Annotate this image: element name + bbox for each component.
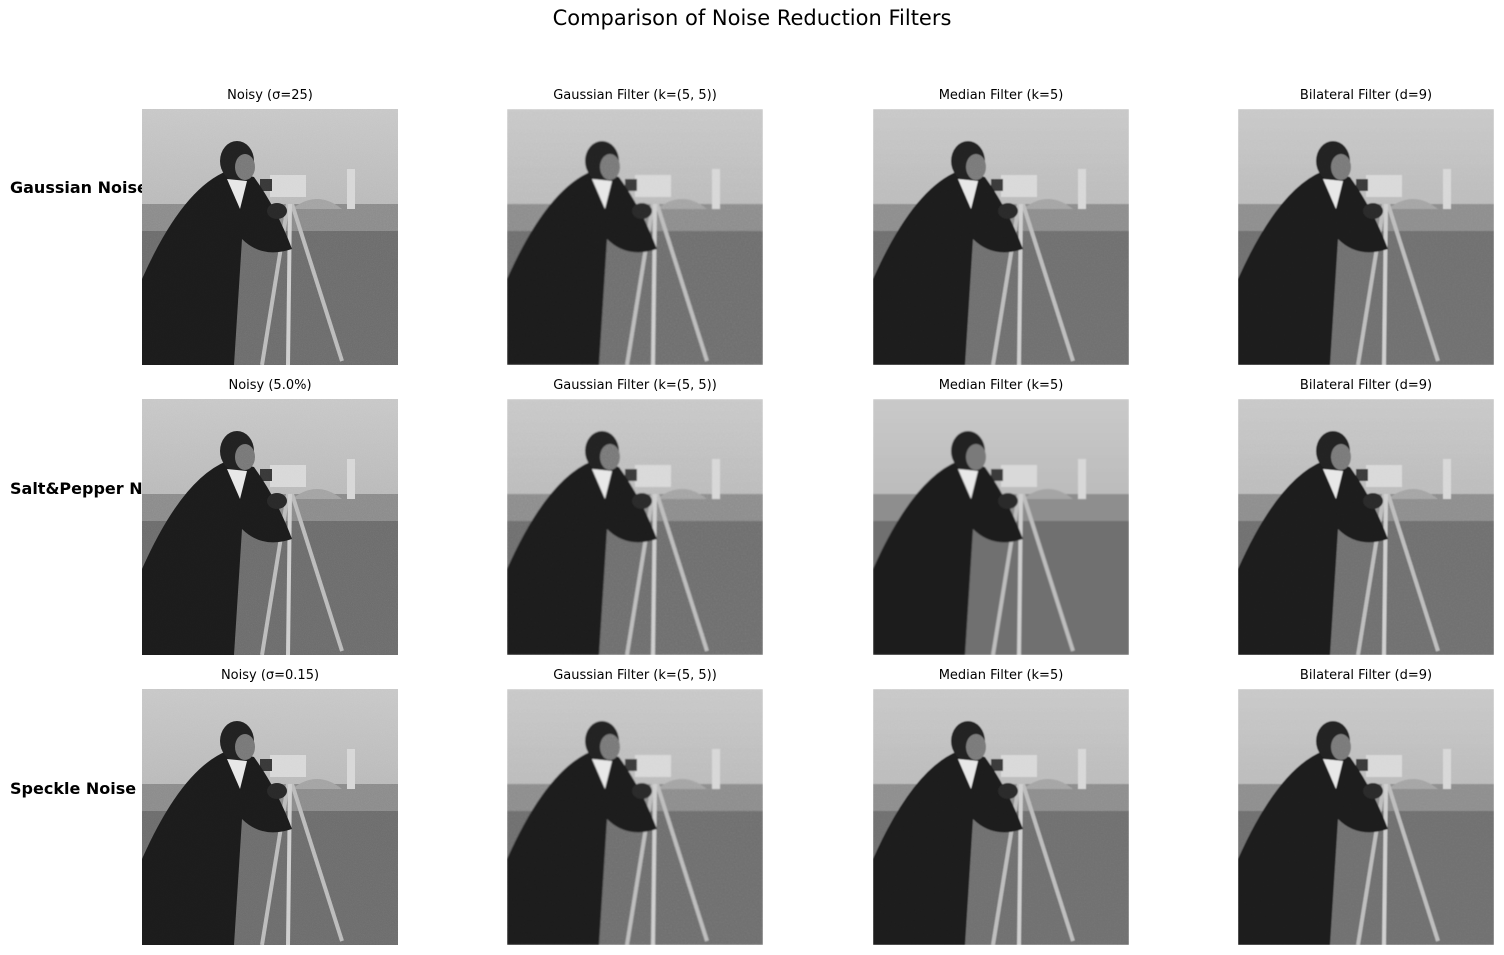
panel-title: Bilateral Filter (d=9) xyxy=(1299,668,1433,683)
panel-title: Gaussian Filter (k=(5, 5)) xyxy=(553,88,717,103)
panel-image xyxy=(873,399,1129,655)
panel-image xyxy=(873,689,1129,945)
panel-image xyxy=(1238,399,1494,655)
panel-title: Noisy (σ=0.15) xyxy=(220,668,320,683)
panel-image xyxy=(507,399,763,655)
panel-title: Bilateral Filter (d=9) xyxy=(1299,88,1433,103)
panel-image xyxy=(142,399,398,655)
panel-title: Gaussian Filter (k=(5, 5)) xyxy=(553,668,717,683)
panel-title: Median Filter (k=5) xyxy=(938,378,1064,393)
panel-image xyxy=(873,109,1129,365)
panel-title: Noisy (σ=25) xyxy=(227,88,313,103)
panel-image xyxy=(1238,689,1494,945)
panel-image xyxy=(142,109,398,365)
panel-image xyxy=(507,689,763,945)
panel-image xyxy=(142,689,398,945)
panel-image xyxy=(507,109,763,365)
panel-title: Gaussian Filter (k=(5, 5)) xyxy=(553,378,717,393)
panel-image xyxy=(1238,109,1494,365)
figure-title: Comparison of Noise Reduction Filters xyxy=(552,6,952,30)
panel-title: Median Filter (k=5) xyxy=(938,88,1064,103)
row-label-speckle-noise: Speckle Noise -> xyxy=(10,779,162,798)
panel-title: Median Filter (k=5) xyxy=(938,668,1064,683)
panel-title: Bilateral Filter (d=9) xyxy=(1299,378,1433,393)
panel-title: Noisy (5.0%) xyxy=(228,378,312,393)
